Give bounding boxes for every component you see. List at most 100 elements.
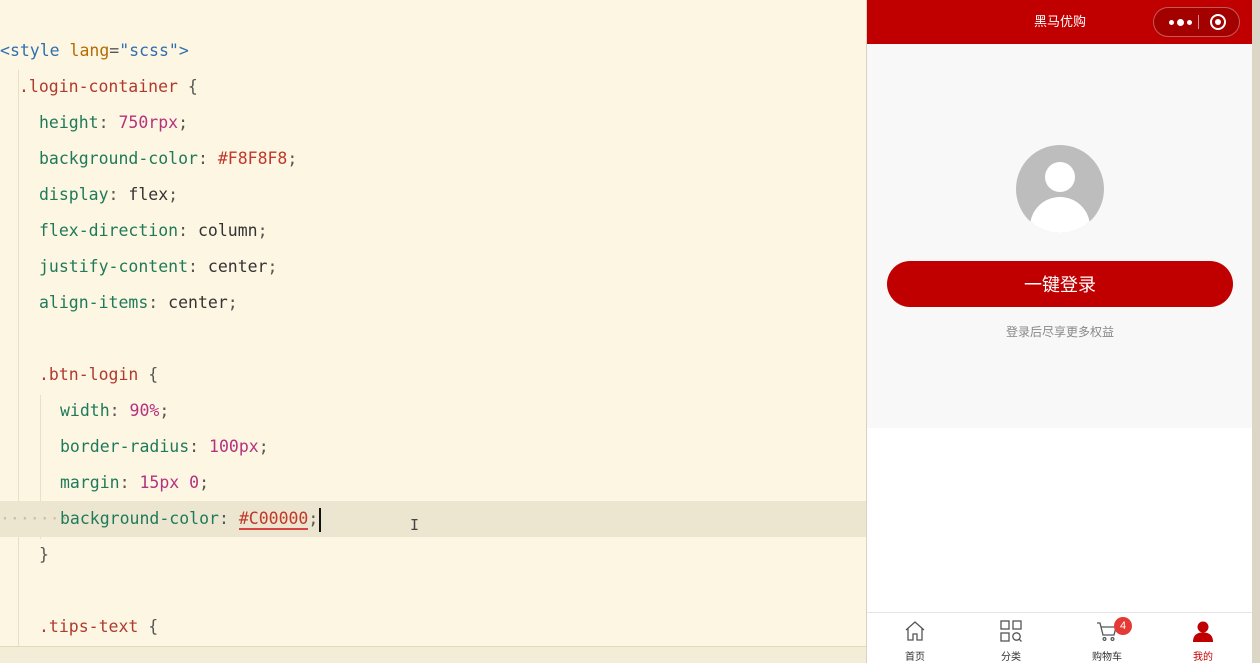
- colon: :: [119, 473, 140, 492]
- more-icon[interactable]: [1164, 8, 1196, 36]
- capsule-divider: [1198, 15, 1199, 29]
- value: center: [168, 293, 228, 312]
- avatar-icon: [1016, 145, 1104, 233]
- tab-label: 我的: [1193, 652, 1213, 663]
- hex-value: #C00000: [238, 509, 309, 530]
- unit: %: [149, 401, 160, 420]
- semicolon: ;: [168, 185, 179, 204]
- tab-cart[interactable]: 4 购物车: [1059, 613, 1155, 663]
- text-cursor: [319, 507, 321, 532]
- tag-close: >: [178, 41, 189, 60]
- unit: rpx: [148, 113, 179, 132]
- code-line-10[interactable]: .btn-login {: [0, 357, 866, 393]
- colon: :: [189, 437, 210, 456]
- property: display: [39, 185, 109, 204]
- property: margin: [60, 473, 120, 492]
- number: 15: [139, 473, 160, 492]
- tab-bar: 首页 分类 4 购物车 我的: [867, 612, 1253, 663]
- code-line-3[interactable]: height: 750rpx;: [0, 105, 866, 141]
- selector: .tips-text: [39, 617, 139, 636]
- value: column: [197, 221, 258, 240]
- number: 750: [118, 113, 149, 132]
- close-miniprogram-icon[interactable]: [1210, 14, 1226, 30]
- property: border-radius: [60, 437, 190, 456]
- semicolon: ;: [257, 221, 268, 240]
- brace: }: [39, 545, 49, 564]
- user-icon: [1193, 621, 1213, 642]
- number: 90: [129, 401, 150, 420]
- code-line-12[interactable]: border-radius: 100px;: [0, 429, 866, 465]
- semicolon: ;: [287, 149, 298, 168]
- selector: .login-container: [19, 77, 178, 96]
- number: 0: [189, 473, 200, 492]
- mouse-ibeam-icon: I: [410, 516, 420, 534]
- phone-simulator: 黑马优购 一键登录 登录后尽享更多权益 首页 分类 4 购物车 我的: [866, 0, 1253, 663]
- cart-badge: 4: [1114, 617, 1132, 635]
- code-line-15[interactable]: }: [0, 537, 866, 573]
- number: 100: [209, 437, 239, 456]
- tab-label: 首页: [905, 652, 925, 663]
- attr-eq: =: [109, 41, 120, 60]
- semicolon: ;: [227, 293, 238, 312]
- brace: {: [177, 77, 198, 96]
- brace: {: [138, 365, 159, 384]
- property: background-color: [39, 149, 198, 168]
- login-button[interactable]: 一键登录: [887, 261, 1233, 307]
- property: align-items: [39, 293, 149, 312]
- tab-label: 购物车: [1092, 652, 1122, 663]
- navigation-bar: 黑马优购: [867, 0, 1253, 44]
- semicolon: ;: [159, 401, 170, 420]
- attr-name: lang: [69, 41, 110, 60]
- brace: {: [138, 617, 159, 636]
- value: center: [207, 257, 268, 276]
- semicolon: ;: [199, 473, 210, 492]
- semicolon: ;: [267, 257, 278, 276]
- property: height: [39, 113, 99, 132]
- login-container: 一键登录 登录后尽享更多权益: [867, 44, 1253, 428]
- property: width: [60, 401, 110, 420]
- tab-label: 分类: [1001, 652, 1021, 663]
- tab-category[interactable]: 分类: [963, 613, 1059, 663]
- code-line-7[interactable]: justify-content: center;: [0, 249, 866, 285]
- attr-value: "scss": [119, 41, 179, 60]
- property: background-color: [60, 509, 219, 528]
- code-editor[interactable]: <style lang="scss"> .login-container { h…: [0, 0, 866, 663]
- category-icon: [1000, 620, 1022, 642]
- tab-my[interactable]: 我的: [1155, 613, 1251, 663]
- editor-bottom-bar: [0, 646, 866, 663]
- semicolon: ;: [178, 113, 189, 132]
- colon: :: [178, 221, 198, 240]
- tag-open: <: [0, 41, 10, 60]
- semicolon: ;: [308, 509, 319, 528]
- code-line-8[interactable]: align-items: center;: [0, 285, 866, 321]
- tab-home[interactable]: 首页: [867, 613, 963, 663]
- colon: :: [188, 257, 208, 276]
- code-line-5[interactable]: display: flex;: [0, 177, 866, 213]
- code-line-1[interactable]: <style lang="scss">: [0, 33, 866, 69]
- property: justify-content: [39, 257, 189, 276]
- colon: :: [218, 509, 239, 528]
- code-line-14-active[interactable]: ·······background-color: #C00000;: [0, 501, 866, 537]
- code-line-2[interactable]: .login-container {: [0, 69, 866, 105]
- colon: :: [108, 185, 129, 204]
- tag-name: style: [9, 41, 60, 60]
- menu-capsule[interactable]: [1153, 7, 1240, 37]
- hex-value: #F8F8F8: [217, 149, 288, 168]
- tips-text: 登录后尽享更多权益: [1005, 325, 1114, 339]
- colon: :: [98, 113, 119, 132]
- simulator-scrollbar[interactable]: [1252, 0, 1260, 663]
- colon: :: [197, 149, 218, 168]
- colon: :: [148, 293, 169, 312]
- code-line-13[interactable]: margin: 15px 0;: [0, 465, 866, 501]
- code-line-4[interactable]: background-color: #F8F8F8;: [0, 141, 866, 177]
- unit: px: [238, 437, 259, 456]
- value: flex: [128, 185, 169, 204]
- colon: :: [109, 401, 130, 420]
- code-line-17[interactable]: .tips-text {: [0, 609, 866, 645]
- selector: .btn-login: [39, 365, 139, 384]
- semicolon: ;: [258, 437, 269, 456]
- code-line-11[interactable]: width: 90%;: [0, 393, 866, 429]
- unit: px: [159, 473, 180, 492]
- code-line-6[interactable]: flex-direction: column;: [0, 213, 866, 249]
- home-icon: [905, 621, 925, 641]
